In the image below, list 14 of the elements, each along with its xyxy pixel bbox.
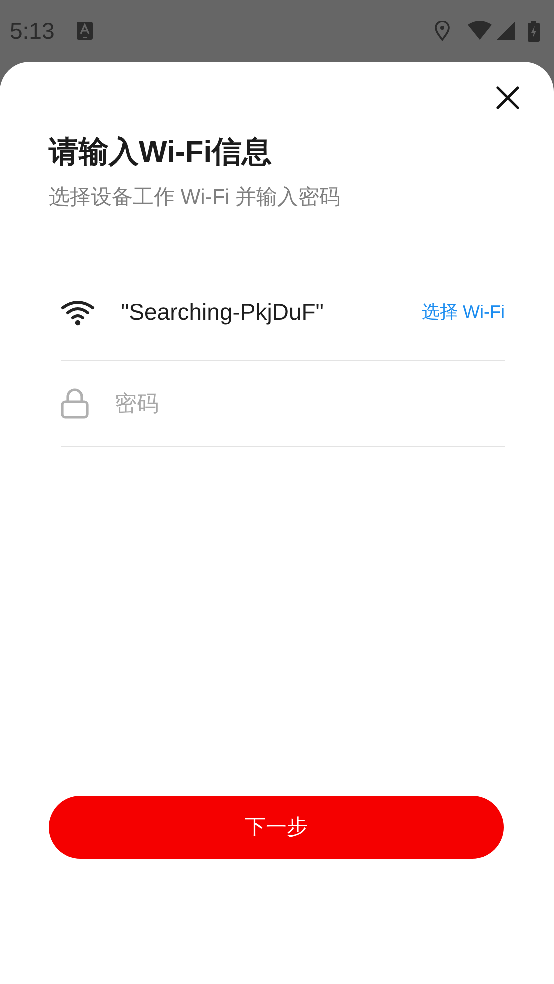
lock-icon (61, 388, 89, 419)
keyboard-notification-icon (76, 22, 93, 40)
wifi-signal-icon (468, 21, 492, 41)
dialog-subtitle: 选择设备工作 Wi-Fi 并输入密码 (49, 185, 342, 211)
location-icon (435, 21, 450, 41)
password-field[interactable]: 密码 (113, 386, 505, 421)
dialog-title: 请输入Wi-Fi信息 (49, 135, 274, 171)
choose-wifi-link[interactable]: 选择 Wi-Fi (422, 299, 505, 326)
cell-signal-icon (497, 22, 515, 40)
wifi-network-name: "Searching-PkjDuF" (121, 298, 325, 328)
wifi-icon (61, 300, 95, 326)
battery-icon (528, 20, 540, 42)
next-step-button[interactable]: 下一步 (49, 796, 504, 859)
status-time: 5:13 (10, 16, 55, 46)
